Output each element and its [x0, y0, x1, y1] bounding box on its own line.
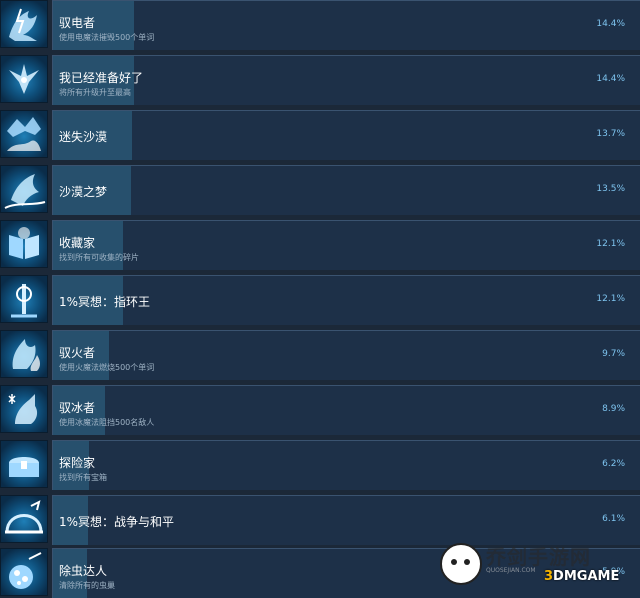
- achievement-title: 收藏家: [59, 236, 96, 250]
- achievement-row[interactable]: 驭火者 使用火魔法燃烧500个单词 9.7%: [0, 330, 640, 380]
- ice-fox-icon: [0, 385, 48, 433]
- achievement-row[interactable]: 驭电者 使用电魔法摧毁500个单词 14.4%: [0, 0, 640, 50]
- lightning-creature-icon: [0, 0, 48, 48]
- achievement-title: 除虫达人: [59, 564, 108, 578]
- achievement-title: 1%冥想：指环王: [59, 295, 151, 309]
- achievement-description: 使用冰魔法阻挡500名敌人: [59, 418, 155, 427]
- achievement-percent: 14.4%: [596, 74, 625, 84]
- dome-icon: [0, 495, 48, 543]
- watermark: 乔剑手游网 QUOSEJIAN.COM 3DMGAME: [436, 541, 636, 591]
- achievement-title: 沙漠之梦: [59, 185, 108, 199]
- achievement-title: 我已经准备好了: [59, 71, 144, 85]
- achievement-description: 使用电魔法摧毁500个单词: [59, 33, 155, 42]
- achievement-row[interactable]: 迷失沙漠 13.7%: [0, 110, 640, 160]
- achievement-title: 驭冰者: [59, 401, 96, 415]
- achievement-percent: 13.7%: [596, 129, 625, 139]
- achievement-percent: 12.1%: [596, 239, 625, 249]
- achievement-row[interactable]: 1%冥想：战争与和平 6.1%: [0, 495, 640, 545]
- achievement-title: 探险家: [59, 456, 96, 470]
- fire-fox-icon: [0, 330, 48, 378]
- desert-dream-icon: [0, 165, 48, 213]
- watermark-face-icon: [440, 543, 482, 585]
- achievement-title: 驭电者: [59, 16, 96, 30]
- achievement-percent: 12.1%: [596, 294, 625, 304]
- achievement-percent: 8.9%: [602, 404, 625, 414]
- achievement-row[interactable]: 1%冥想：指环王 12.1%: [0, 275, 640, 325]
- achievement-description: 清除所有的虫巢: [59, 581, 115, 590]
- achievement-card: 我已经准备好了 将所有升级升至最高 14.4%: [52, 55, 640, 105]
- 3dmgame-logo: 3DMGAME: [544, 569, 619, 584]
- achievement-percent: 9.7%: [602, 349, 625, 359]
- achievement-title: 驭火者: [59, 346, 96, 360]
- achievement-card: 1%冥想：战争与和平 6.1%: [52, 495, 640, 545]
- achievement-description: 使用火魔法燃烧500个单词: [59, 363, 155, 372]
- achievement-card: 收藏家 找到所有可收集的碎片 12.1%: [52, 220, 640, 270]
- achievement-card: 驭火者 使用火魔法燃烧500个单词 9.7%: [52, 330, 640, 380]
- logo-text: DMGAME: [553, 569, 620, 584]
- achievement-percent: 6.1%: [602, 514, 625, 524]
- achievement-card: 1%冥想：指环王 12.1%: [52, 275, 640, 325]
- treasure-chest-icon: [0, 440, 48, 488]
- achievement-card: 驭电者 使用电魔法摧毁500个单词 14.4%: [52, 0, 640, 50]
- achievement-percent: 14.4%: [596, 19, 625, 29]
- achievement-row[interactable]: 沙漠之梦 13.5%: [0, 165, 640, 215]
- bug-nest-icon: [0, 548, 48, 596]
- winged-beast-icon: [0, 55, 48, 103]
- achievement-description: 将所有升级升至最高: [59, 88, 131, 97]
- achievement-row[interactable]: 收藏家 找到所有可收集的碎片 12.1%: [0, 220, 640, 270]
- achievement-row[interactable]: 驭冰者 使用冰魔法阻挡500名敌人 8.9%: [0, 385, 640, 435]
- logo-number: 3: [544, 569, 554, 584]
- achievement-percent: 13.5%: [596, 184, 625, 194]
- achievement-row[interactable]: 我已经准备好了 将所有升级升至最高 14.4%: [0, 55, 640, 105]
- achievement-card: 探险家 找到所有宝箱 6.2%: [52, 440, 640, 490]
- achievement-description: 找到所有可收集的碎片: [59, 253, 139, 262]
- ring-totem-icon: [0, 275, 48, 323]
- achievement-card: 迷失沙漠 13.7%: [52, 110, 640, 160]
- achievement-title: 1%冥想：战争与和平: [59, 515, 175, 529]
- achievement-description: 找到所有宝箱: [59, 473, 107, 482]
- achievement-percent: 6.2%: [602, 459, 625, 469]
- achievement-row[interactable]: 探险家 找到所有宝箱 6.2%: [0, 440, 640, 490]
- desert-fox-icon: [0, 110, 48, 158]
- open-book-icon: [0, 220, 48, 268]
- achievement-title: 迷失沙漠: [59, 130, 108, 144]
- watermark-site-url: QUOSEJIAN.COM: [486, 567, 536, 574]
- achievement-card: 驭冰者 使用冰魔法阻挡500名敌人 8.9%: [52, 385, 640, 435]
- watermark-site-name: 乔剑手游网: [486, 545, 591, 569]
- achievement-card: 沙漠之梦 13.5%: [52, 165, 640, 215]
